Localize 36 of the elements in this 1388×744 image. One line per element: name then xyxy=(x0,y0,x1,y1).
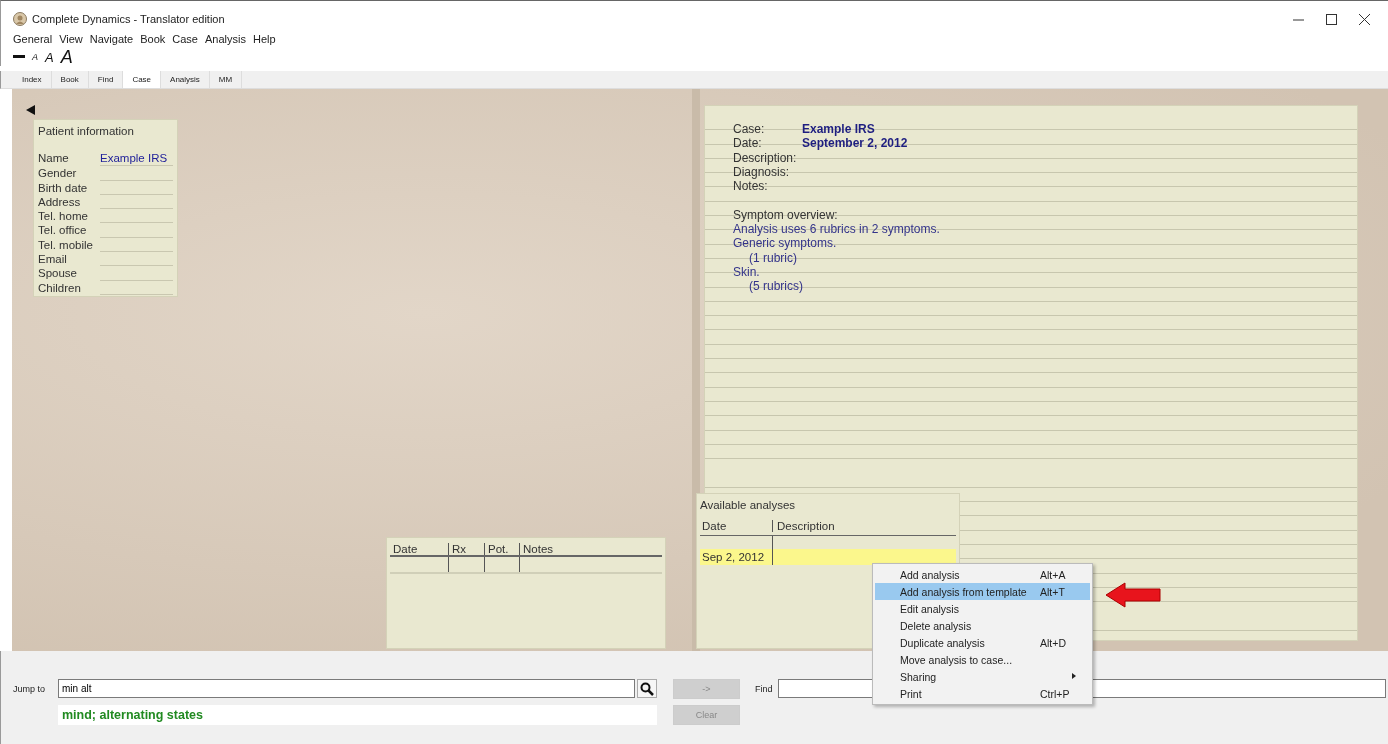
field-label: Case: xyxy=(733,122,766,137)
field-label: Gender xyxy=(38,166,78,181)
column-header: Date xyxy=(392,543,419,555)
column-header: Description xyxy=(772,520,956,532)
result-text: mind; alternating states xyxy=(58,705,657,725)
field-label: Email xyxy=(38,252,68,267)
field-label: Description: xyxy=(733,150,798,165)
field-label: Children xyxy=(38,280,82,295)
column-header: Notes xyxy=(519,543,662,555)
section-heading: Symptom overview: xyxy=(733,207,839,223)
panel-title: Patient information xyxy=(38,125,135,137)
field-value: Example IRS xyxy=(802,122,876,137)
column-header: Rx xyxy=(448,543,484,555)
summary-text: Analysis uses 6 rubrics in 2 symptoms. xyxy=(733,222,941,237)
field-label: Notes: xyxy=(733,179,769,194)
panel-title: Available analyses xyxy=(700,499,797,511)
field-label: Tel. mobile xyxy=(38,237,94,253)
column-header: Pot. xyxy=(484,543,519,555)
symptom-group: Generic symptoms. xyxy=(733,236,1357,251)
field-label: Date: xyxy=(733,136,763,151)
rubric-count: (5 rubrics) xyxy=(748,279,804,294)
field-label: Tel. home xyxy=(38,209,89,224)
field-label: Birth date xyxy=(38,180,89,195)
field-label: Name xyxy=(38,151,70,166)
field-label: Find xyxy=(755,684,774,694)
field-label: Jump to xyxy=(13,684,46,694)
field-label: Tel. office xyxy=(38,223,88,238)
field-label: Diagnosis: xyxy=(733,164,790,180)
field-value: September 2, 2012 xyxy=(802,136,909,151)
field-value: Example IRS xyxy=(100,151,173,167)
symptom-group: Skin. xyxy=(733,264,1357,280)
field-label: Address xyxy=(38,194,82,210)
window-title: Complete Dynamics - Translator edition xyxy=(32,13,225,25)
rubric-count: (1 rubric) xyxy=(748,250,798,265)
column-header: Date xyxy=(701,520,728,532)
field-label: Spouse xyxy=(38,266,78,281)
